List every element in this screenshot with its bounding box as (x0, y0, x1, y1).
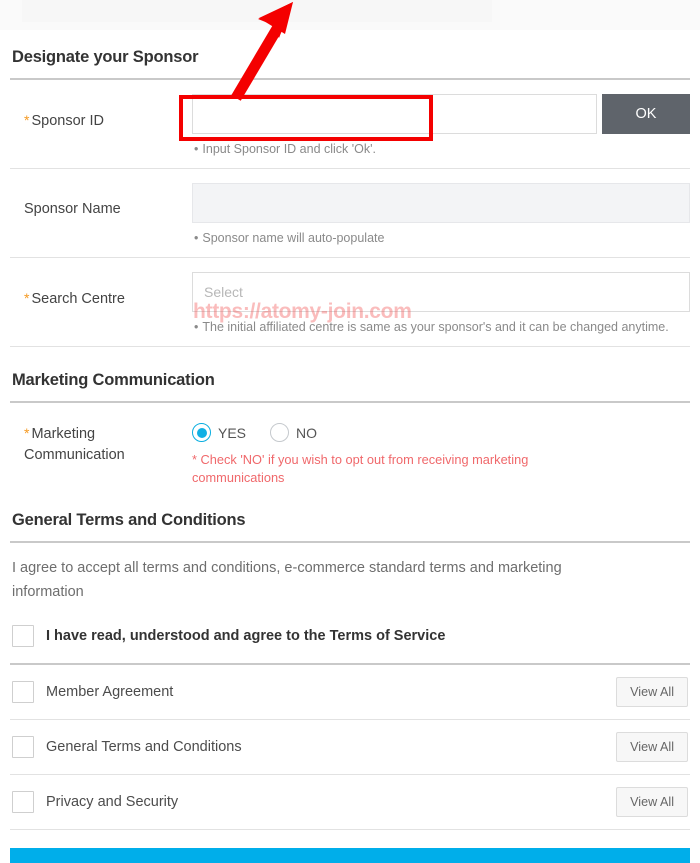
search-centre-hint: • The initial affiliated centre is same a… (192, 319, 690, 336)
sponsor-id-hint: • Input Sponsor ID and click 'Ok'. (192, 141, 690, 158)
join-us-button[interactable]: Join Us (10, 848, 690, 863)
sponsor-name-hint: • Sponsor name will auto-populate (192, 230, 690, 247)
search-centre-select[interactable] (192, 272, 690, 312)
terms-item-row[interactable]: General Terms and Conditions View All (10, 720, 690, 775)
required-asterisk-sponsor-id: * (24, 112, 30, 128)
sponsor-id-input-line: OK (192, 94, 690, 134)
marketing-communication-field-area: YES NO * Check 'NO' if you wish to opt o… (192, 417, 690, 487)
radio-unselected-icon[interactable] (270, 423, 290, 442)
sponsor-name-field-area: • Sponsor name will auto-populate (192, 183, 690, 247)
checkbox-general-terms[interactable] (12, 736, 34, 758)
sponsor-id-field-area: OK • Input Sponsor ID and click 'Ok'. (192, 94, 690, 158)
terms-of-service-label: I have read, understood and agree to the… (46, 628, 446, 644)
marketing-radio-yes[interactable]: YES (192, 423, 246, 442)
search-centre-field-area: •The initial affiliated centre is same a… (192, 272, 690, 336)
terms-item-row[interactable]: Privacy and Security View All (10, 775, 690, 830)
marketing-radio-group: YES NO (192, 417, 690, 442)
hint-bullet-icon: • (194, 231, 199, 245)
sponsor-name-input-line (192, 183, 690, 223)
signup-page: Designate your Sponsor * Sponsor ID OK • I… (0, 0, 700, 863)
hint-bullet-icon: • (194, 320, 199, 334)
checkbox-terms-of-service[interactable] (12, 625, 34, 647)
required-asterisk-search-centre: * (24, 290, 30, 306)
search-centre-input-line (192, 272, 690, 312)
privacy-and-security-label: Privacy and Security (46, 794, 179, 810)
search-centre-row: *Search Centre •The initial affiliated c… (10, 258, 690, 347)
marketing-communication-row: * Marketing Communication YES NO * Check … (10, 403, 690, 497)
sponsor-name-label: Sponsor Name (10, 183, 192, 220)
sponsor-id-ok-button[interactable]: OK (602, 94, 690, 134)
sponsor-name-hint-text: Sponsor name will auto-populate (202, 231, 385, 245)
sponsor-id-label-text: Sponsor ID (31, 113, 104, 129)
sponsor-id-label: * Sponsor ID (10, 94, 192, 132)
checkbox-privacy-security[interactable] (12, 791, 34, 813)
sponsor-name-input-wrap (192, 183, 690, 223)
view-all-general-terms-button[interactable]: View All (616, 732, 688, 762)
marketing-communication-label-text: Marketing Communication (24, 426, 125, 463)
terms-intro-text: I agree to accept all terms and conditio… (12, 560, 562, 600)
marketing-radio-no[interactable]: NO (270, 423, 317, 442)
search-centre-input-wrap (192, 272, 690, 312)
terms-section-heading: General Terms and Conditions (12, 511, 246, 529)
terms-primary-checkbox-row[interactable]: I have read, understood and agree to the… (10, 612, 690, 665)
marketing-radio-yes-label: YES (218, 424, 247, 441)
sponsor-name-input (192, 183, 690, 223)
sponsor-id-input-wrap (192, 94, 597, 134)
sponsor-id-input[interactable] (192, 94, 597, 134)
search-centre-hint-text: The initial affiliated centre is same as… (202, 320, 669, 334)
hint-bullet-icon: • (194, 142, 199, 156)
required-asterisk-marketing: * (24, 425, 30, 441)
marketing-section-heading: Marketing Communication (12, 371, 215, 389)
terms-item-row[interactable]: Member Agreement View All (10, 665, 690, 720)
page-content: Designate your Sponsor * Sponsor ID OK • I… (0, 0, 700, 863)
search-centre-label-text: Search Centre (31, 291, 125, 307)
marketing-warning-text: * Check 'NO' if you wish to opt out from… (192, 452, 529, 485)
sponsor-id-hint-text: Input Sponsor ID and click 'Ok'. (202, 142, 376, 156)
checkbox-member-agreement[interactable] (12, 681, 34, 703)
sponsor-name-label-text: Sponsor Name (24, 201, 121, 217)
general-terms-label: General Terms and Conditions (46, 739, 242, 755)
member-agreement-label: Member Agreement (46, 684, 174, 700)
marketing-radio-no-label: NO (296, 424, 318, 441)
view-all-privacy-security-button[interactable]: View All (616, 787, 688, 817)
sponsor-name-row: Sponsor Name • Sponsor name will auto-pop… (10, 169, 690, 258)
sponsor-id-row: * Sponsor ID OK • Input Sponsor ID and cli… (10, 80, 690, 169)
sponsor-section-heading: Designate your Sponsor (12, 48, 199, 66)
radio-selected-icon[interactable] (192, 423, 211, 442)
marketing-communication-label: * Marketing Communication (10, 417, 192, 466)
view-all-member-agreement-button[interactable]: View All (616, 677, 688, 707)
search-centre-label: * Search Centre (10, 272, 192, 310)
